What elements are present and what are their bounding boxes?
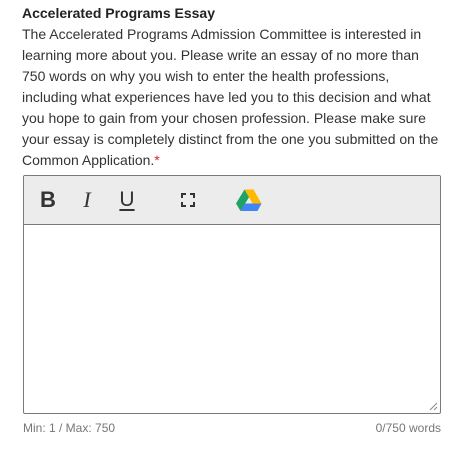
question-prompt-text: The Accelerated Programs Admission Commi… (22, 26, 439, 168)
bold-button[interactable]: B (37, 176, 59, 224)
question-prompt: The Accelerated Programs Admission Commi… (22, 24, 444, 171)
editor-toolbar: B I U (24, 176, 440, 225)
word-limits: Min: 1 / Max: 750 (23, 421, 116, 435)
word-count: 0/750 words (375, 421, 441, 435)
essay-editor: B I U (23, 175, 441, 414)
question-title: Accelerated Programs Essay (22, 5, 215, 21)
required-marker: * (154, 152, 160, 168)
fullscreen-icon (181, 193, 195, 207)
essay-textarea[interactable] (24, 224, 440, 413)
italic-button[interactable]: I (76, 176, 98, 224)
fullscreen-button[interactable] (177, 176, 199, 224)
google-drive-icon (236, 189, 262, 211)
underline-button[interactable]: U (116, 176, 138, 224)
resize-handle-icon[interactable] (428, 401, 438, 411)
google-drive-button[interactable] (234, 176, 264, 224)
essay-question: Accelerated Programs Essay The Accelerat… (22, 5, 444, 171)
